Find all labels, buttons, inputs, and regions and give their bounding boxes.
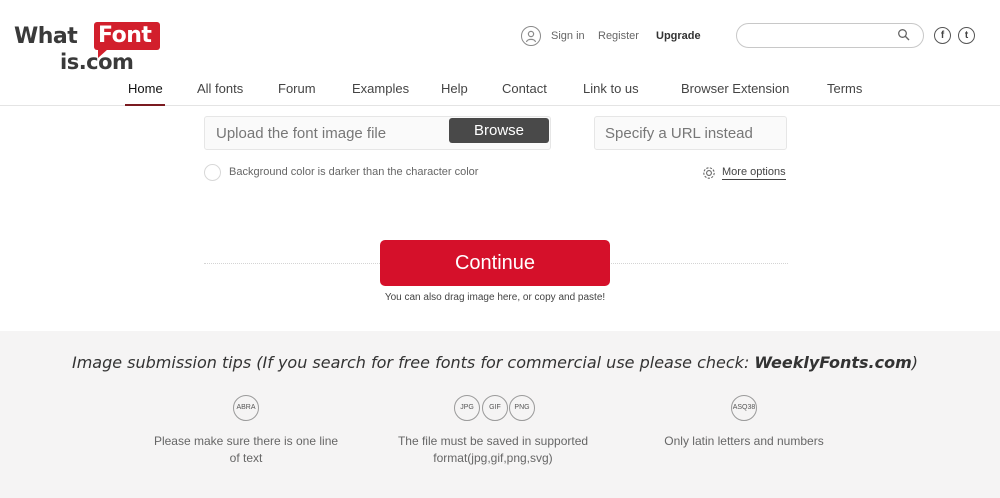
nav-all-fonts[interactable]: All fonts: [197, 81, 243, 96]
nav-active-indicator: [125, 104, 165, 106]
tip-one-line-line1: Please make sure there is one line: [153, 434, 339, 448]
logo-font-text: Font: [98, 23, 152, 48]
nav-contact[interactable]: Contact: [502, 81, 547, 96]
abra-sample-icon: ABRA: [233, 395, 259, 421]
nav-terms[interactable]: Terms: [827, 81, 862, 96]
url-input[interactable]: Specify a URL instead: [594, 116, 787, 150]
tip-latin-only: Only latin letters and numbers: [634, 433, 854, 450]
gif-format-icon: GIF: [482, 395, 508, 421]
submission-tips-section: Image submission tips (If you search for…: [0, 331, 1000, 498]
upgrade-link[interactable]: Upgrade: [656, 30, 701, 42]
browse-button[interactable]: Browse: [449, 118, 549, 143]
search-input[interactable]: [736, 23, 924, 48]
nav-link-to-us[interactable]: Link to us: [583, 81, 639, 96]
drag-hint-text: You can also drag image here, or copy an…: [384, 292, 606, 303]
register-link[interactable]: Register: [598, 30, 639, 42]
tips-title: Image submission tips (If you search for…: [0, 353, 990, 372]
more-options-link[interactable]: More options: [722, 166, 786, 180]
tip-latin-only-line1: Only latin letters and numbers: [664, 434, 824, 448]
logo-iscom-text: is.com: [60, 50, 134, 74]
continue-button[interactable]: Continue: [380, 240, 610, 286]
nav-examples[interactable]: Examples: [352, 81, 409, 96]
tip-file-format-line1: The file must be saved in supported: [397, 434, 589, 448]
facebook-icon[interactable]: f: [934, 27, 951, 44]
weeklyfonts-link[interactable]: WeeklyFonts.com: [754, 353, 911, 372]
search-icon[interactable]: [897, 28, 911, 42]
user-icon[interactable]: [521, 26, 541, 46]
asq38-sample-icon: ASQ38: [731, 395, 757, 421]
twitter-icon[interactable]: t: [958, 27, 975, 44]
upload-file-placeholder: Upload the font image file: [216, 125, 387, 142]
whatfontis-logo[interactable]: What Font is.com: [14, 20, 164, 76]
logo-what-text: What: [14, 24, 78, 49]
tips-title-suffix: ): [911, 353, 919, 372]
url-input-placeholder: Specify a URL instead: [605, 125, 753, 142]
png-format-icon: PNG: [509, 395, 535, 421]
nav-home[interactable]: Home: [128, 81, 163, 96]
bg-darker-checkbox[interactable]: [204, 164, 221, 181]
tip-file-format: The file must be saved in supported form…: [378, 433, 608, 467]
jpg-format-icon: JPG: [454, 395, 480, 421]
site-header: What Font is.com Sign in Register Upgrad…: [0, 0, 1000, 106]
tip-one-line: Please make sure there is one line of te…: [136, 433, 356, 467]
tip-file-format-line2: format(jpg,gif,png,svg): [433, 451, 553, 465]
nav-browser-extension[interactable]: Browser Extension: [681, 81, 789, 96]
nav-forum[interactable]: Forum: [278, 81, 316, 96]
sign-in-link[interactable]: Sign in: [551, 30, 585, 42]
bg-darker-label: Background color is darker than the char…: [229, 166, 479, 178]
tip-one-line-line2: of text: [229, 451, 263, 465]
gear-icon[interactable]: [701, 165, 717, 181]
tips-title-prefix: Image submission tips (If you search for…: [71, 353, 755, 372]
nav-help[interactable]: Help: [441, 81, 468, 96]
